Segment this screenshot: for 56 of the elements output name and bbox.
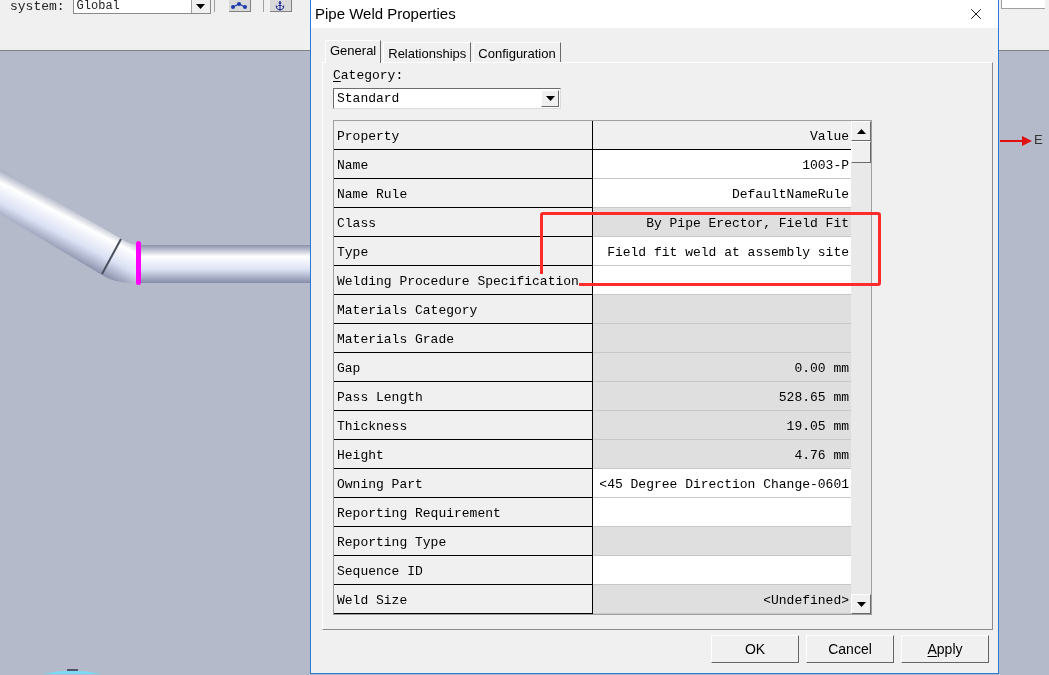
scroll-down-button[interactable] (851, 594, 871, 614)
caret-down-icon (545, 96, 555, 101)
input-field[interactable] (1001, 0, 1045, 9)
category-dropdown[interactable]: Standard (333, 88, 561, 109)
dropdown-arrow-button[interactable] (190, 0, 210, 13)
value-cell: 528.65 mm (593, 382, 851, 411)
network-icon (231, 1, 248, 10)
property-cell: Type (334, 237, 593, 266)
value-cell[interactable]: DefaultNameRule (593, 179, 851, 208)
property-cell: Reporting Requirement (334, 498, 593, 527)
property-cell: Gap (334, 353, 593, 382)
orientation-marker-drawing (42, 667, 102, 674)
property-cell: Pass Length (334, 382, 593, 411)
value-cell[interactable]: <45 Degree Direction Change-0601 (593, 469, 851, 498)
caret-up-icon (856, 128, 866, 134)
property-cell: Name (334, 150, 593, 179)
value-cell: <Undefined> (593, 585, 851, 614)
toolbar-button[interactable] (228, 0, 251, 12)
tab[interactable]: Relationships (383, 42, 472, 62)
axis-label: E (1034, 132, 1043, 148)
weld-marker[interactable] (136, 241, 141, 285)
value-cell: 4.76 mm (593, 440, 851, 469)
value-cell[interactable]: Field fit weld at assembly site (593, 237, 851, 266)
cancel-button[interactable]: Cancel (806, 635, 894, 663)
toolbar-button[interactable] (269, 0, 292, 12)
property-cell: Weld Size (334, 585, 593, 614)
property-cell: Materials Grade (334, 324, 593, 353)
tab[interactable]: Configuration (473, 42, 561, 62)
property-cell: Reporting Type (334, 527, 593, 556)
tab[interactable]: General (325, 40, 382, 63)
value-cell[interactable] (593, 498, 851, 527)
category-label: Category: (333, 67, 404, 84)
system-label: system: (10, 0, 65, 13)
window-title: Pipe Weld Properties (315, 4, 456, 24)
apply-button[interactable]: Apply (901, 635, 989, 663)
property-cell: Thickness (334, 411, 593, 440)
value-cell[interactable]: 1003-P (593, 150, 851, 179)
caret-down-icon (196, 4, 206, 9)
property-cell: Materials Category (334, 295, 593, 324)
property-cell: Name Rule (334, 179, 593, 208)
axis-arrow (1000, 136, 1032, 146)
anchor-icon (275, 0, 286, 11)
scroll-up-button[interactable] (851, 121, 871, 141)
column-header: Property (334, 121, 593, 150)
system-dropdown[interactable]: Global (72, 0, 211, 14)
value-cell: 0.00 mm (593, 353, 851, 382)
property-cell: Owning Part (334, 469, 593, 498)
value-cell: 19.05 mm (593, 411, 851, 440)
value-cell[interactable] (593, 266, 851, 295)
value-cell[interactable] (593, 556, 851, 585)
scrollbar-thumb[interactable] (851, 141, 871, 163)
ok-button[interactable]: OK (711, 635, 799, 663)
caret-down-icon (856, 601, 866, 607)
property-cell: Sequence ID (334, 556, 593, 585)
property-cell: Welding Procedure Specification (334, 266, 593, 295)
property-cell: Height (334, 440, 593, 469)
